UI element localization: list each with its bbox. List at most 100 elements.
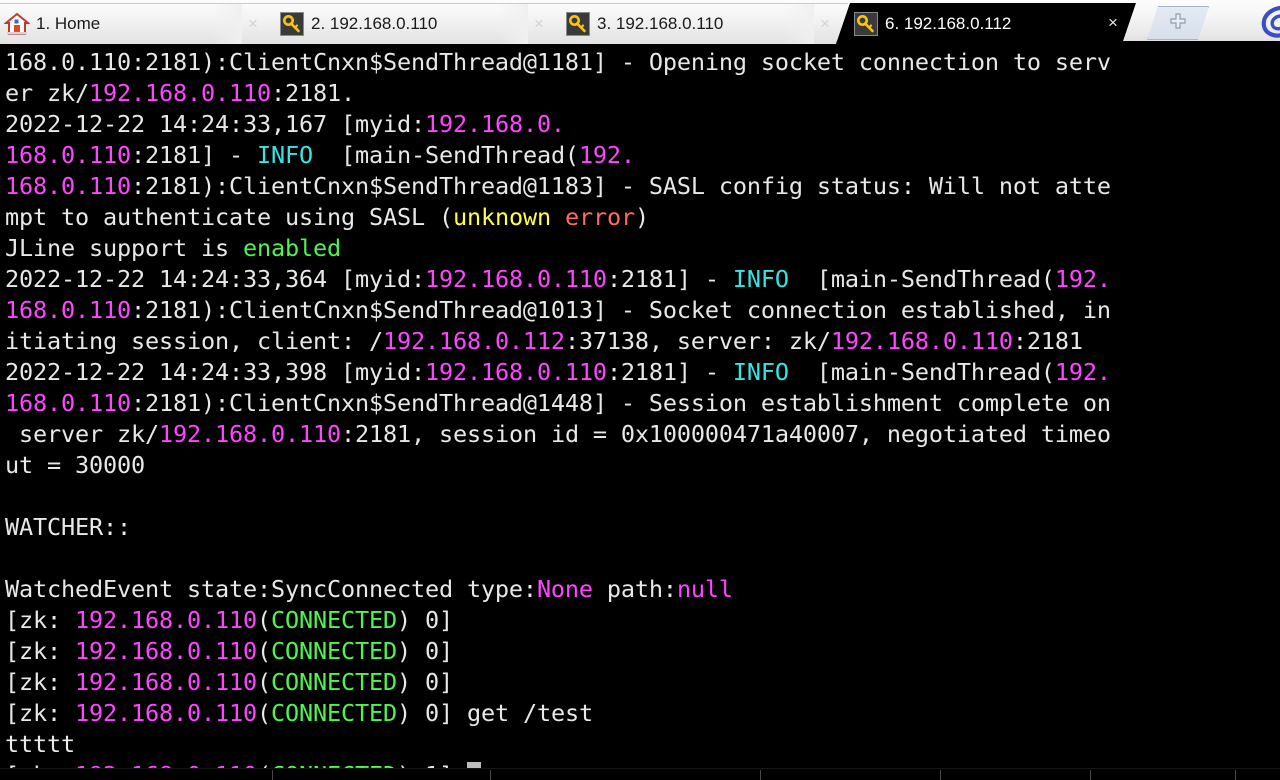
tab-close-icon[interactable]: × <box>816 15 834 33</box>
tab-3[interactable]: 3. 192.168.0.110 × <box>548 3 848 44</box>
status-bar-separator <box>760 770 761 780</box>
terminal-span: ) 0] <box>396 668 453 696</box>
terminal-span: ) <box>634 203 649 231</box>
terminal-span: :2181):ClientCnxn$SendThread@1448] - Ses… <box>130 389 1111 417</box>
terminal-span: CONNECTED <box>270 699 397 727</box>
terminal-span: CONNECTED <box>271 761 397 768</box>
terminal-span: path: <box>592 575 677 603</box>
plus-icon <box>1169 12 1187 34</box>
terminal-span: 192.168.0.110 <box>75 606 257 634</box>
terminal-span: ( <box>256 606 271 634</box>
tab-close-icon[interactable]: × <box>1104 14 1122 32</box>
terminal-span: ) 0] <box>396 606 453 634</box>
tab-label: 2. 192.168.0.110 <box>311 14 438 33</box>
terminal-span: 168.0.110:2181):ClientCnxn$SendThread@11… <box>5 48 1111 76</box>
tab-close-icon[interactable]: × <box>530 15 548 33</box>
terminal-span: 2022-12-22 14:24:33,398 [myid: <box>5 358 425 386</box>
terminal-output-pane[interactable]: 168.0.110 :2181):ClientCnxn$SendThread@11… <box>0 44 1280 768</box>
tab-bar: 1. Home × 2. 192.168.0.110 × 3. 192.168.0.11… <box>0 0 1280 44</box>
terminal-line: mpt to authenticate using SASL (unknown … <box>5 202 1111 233</box>
status-bar-separator <box>940 770 941 780</box>
terminal-span: CONNECTED <box>270 606 397 634</box>
terminal-span: server zk/ <box>5 420 159 448</box>
terminal-span: :2181] - <box>606 265 733 293</box>
terminal-span: 192. <box>1054 358 1111 386</box>
terminal-line: 2022-12-22 14:24:33,364 [myid:192.168.0.… <box>5 264 1111 295</box>
terminal-span: ut = 30000 <box>5 451 145 479</box>
terminal-span: :2181):ClientCnxn$SendThread@1013] - Soc… <box>130 296 1111 324</box>
terminal-span: 192.168.0.110 <box>75 637 257 665</box>
terminal-line: 168.0.110:2181):ClientCnxn$SendThread@14… <box>5 388 1111 419</box>
terminal-span: :37138, server: zk/ <box>564 327 831 355</box>
terminal-line: 168.0.110:2181):ClientCnxn$SendThread@10… <box>5 295 1111 326</box>
terminal-span: null <box>676 575 733 603</box>
terminal-span: error <box>564 203 635 231</box>
terminal-line: server zk/192.168.0.110:2181, session id… <box>5 419 1111 450</box>
key-icon <box>280 12 304 36</box>
tab-label: 1. Home <box>36 14 101 33</box>
terminal-span: ( <box>256 668 271 696</box>
terminal-span: 2022-12-22 14:24:33,364 [myid: <box>5 265 425 293</box>
terminal-line: WatchedEvent state:SyncConnected type:No… <box>5 574 1111 605</box>
terminal-line: 168.0.110:2181):ClientCnxn$SendThread@11… <box>5 47 1111 78</box>
terminal-line: [zk: 192.168.0.110(CONNECTED) 0] <box>5 667 1111 698</box>
terminal-line: ut = 30000 <box>5 450 1111 481</box>
tab-label: 6. 192.168.0.112 <box>885 13 1012 33</box>
terminal-span: :2181] - <box>606 358 733 386</box>
terminal-span: [main-SendThread( <box>312 141 579 169</box>
terminal-line: [zk: 192.168.0.110(CONNECTED) 0] <box>5 605 1111 636</box>
terminal-text: 168.0.110 :2181):ClientCnxn$SendThread@11… <box>5 47 1111 768</box>
terminal-span: 2022-12-22 14:24:33,167 [myid: <box>5 110 425 138</box>
terminal-span: :2181 <box>1012 327 1083 355</box>
status-bar-separator <box>1235 770 1236 780</box>
terminal-span: WATCHER:: <box>5 513 131 541</box>
mobaxterm-window: 1. Home × 2. 192.168.0.110 × 3. 192.168.0.11… <box>0 0 1280 780</box>
terminal-line: WATCHER:: <box>5 512 1111 543</box>
terminal-line: ttttt <box>5 729 1111 760</box>
terminal-line: JLine support is enabled <box>5 233 1111 264</box>
terminal-span: :2181):ClientCnxn$SendThread@1183] - SAS… <box>130 172 1111 200</box>
tab-label-fade <box>212 4 242 44</box>
terminal-span: ttttt <box>5 730 75 758</box>
terminal-span: [zk: <box>5 606 75 634</box>
terminal-span: 192. <box>1054 265 1111 293</box>
terminal-span: er zk/ <box>5 79 89 107</box>
terminal-span <box>551 203 565 231</box>
tab-label-fade <box>1072 3 1102 44</box>
terminal-span: 192.168.0.112 <box>382 327 565 355</box>
terminal-span: 192.168.0.110 <box>89 79 271 107</box>
terminal-span: 192.168.0.110 <box>75 699 257 727</box>
terminal-span: INFO <box>732 265 789 293</box>
terminal-span: INFO <box>732 358 789 386</box>
status-bar-separator <box>490 770 491 780</box>
terminal-span: INFO <box>256 141 313 169</box>
terminal-span: [zk: <box>5 637 75 665</box>
mobaxterm-logo-icon <box>1258 4 1280 40</box>
terminal-span: JLine support is <box>5 234 243 262</box>
tab-label-fade <box>498 4 528 44</box>
terminal-line: 168.0.110:2181):ClientCnxn$SendThread@11… <box>5 171 1111 202</box>
terminal-span: CONNECTED <box>270 668 397 696</box>
tab-4[interactable]: 6. 192.168.0.112 × <box>836 3 1136 44</box>
tab-2[interactable]: 2. 192.168.0.110 × <box>262 3 562 44</box>
terminal-line: [zk: 192.168.0.110(CONNECTED) 0] <box>5 636 1111 667</box>
tab-1[interactable]: 1. Home × <box>0 3 276 44</box>
terminal-span: CONNECTED <box>270 637 397 665</box>
terminal-span: 192.168.0.110 <box>424 358 607 386</box>
terminal-line: 168.0.110:2181] - INFO [main-SendThread(… <box>5 140 1111 171</box>
terminal-span: ) 0] <box>396 637 453 665</box>
terminal-span: 192.168.0.110 <box>424 265 607 293</box>
new-tab-button[interactable] <box>1147 6 1209 40</box>
terminal-span: :2181] - <box>130 141 257 169</box>
terminal-line: [zk: 192.168.0.110(CONNECTED) 1] <box>5 760 1111 768</box>
tab-close-icon[interactable]: × <box>244 15 262 33</box>
terminal-span: [main-SendThread( <box>788 358 1055 386</box>
tab-label: 3. 192.168.0.110 <box>597 14 724 33</box>
terminal-span: [main-SendThread( <box>788 265 1055 293</box>
terminal-span: [zk: <box>5 668 75 696</box>
home-icon <box>4 11 30 37</box>
terminal-line: [zk: 192.168.0.110(CONNECTED) 0] get /te… <box>5 698 1111 729</box>
terminal-span: ) 1] <box>397 761 467 768</box>
terminal-span: 168.0.110 <box>5 296 131 324</box>
